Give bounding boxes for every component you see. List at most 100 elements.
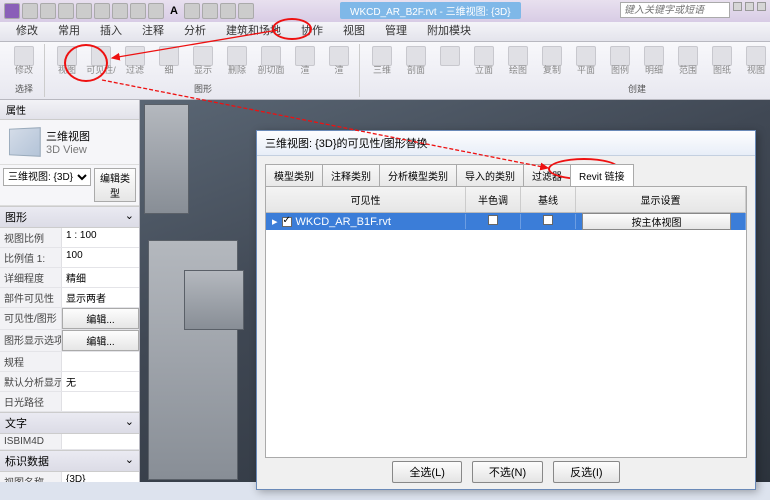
maximize-icon[interactable] [745,2,754,11]
prop-row[interactable]: ISBIM4D [0,434,139,450]
expand-icon[interactable]: ▸ [272,215,278,228]
table-header: 可见性 半色调 基线 显示设置 [266,187,746,213]
qat-icon[interactable] [184,3,200,19]
invert-button[interactable]: 反选(I) [553,461,619,483]
ribbon-button[interactable]: 剖面 [402,46,430,76]
underlay-checkbox[interactable] [543,215,553,225]
prop-row[interactable]: 部件可见性显示两者 [0,288,139,308]
ribbon-button[interactable]: 平面 [572,46,600,76]
ribbon-button[interactable]: 范围 [674,46,702,76]
dialog-tabs: 模型类别 注释类别 分析模型类别 导入的类别 过滤器 Revit 链接 [257,156,755,186]
tab-analyze[interactable]: 分析 [174,19,216,41]
properties-panel: 属性 三维视图 3D View 三维视图: {3D} 编辑类型 图形⌄视图比例1… [0,100,140,482]
ribbon-button[interactable]: 过滤 [121,46,149,76]
select-none-button[interactable]: 不选(N) [472,461,543,483]
dtab-import[interactable]: 导入的类别 [456,164,524,186]
qat-icon[interactable] [148,3,164,19]
prop-row[interactable]: 视图名称{3D} [0,472,139,482]
ribbon-button[interactable]: 显示 [189,46,217,76]
visibility-checkbox[interactable]: ✓ [282,217,292,227]
properties-header: 三维视图 3D View [0,120,139,165]
print-icon[interactable] [94,3,110,19]
search-input[interactable] [620,2,730,18]
ribbon-group-create: 三维剖面立面绘图复制平面图例明细范围图纸视图标题修订拼接视图 创建 [362,44,770,97]
halftone-checkbox[interactable] [488,215,498,225]
prop-row[interactable]: 默认分析显示无 [0,372,139,392]
tab-manage[interactable]: 管理 [375,19,417,41]
ribbon-button[interactable]: 剖切面 [257,46,285,76]
prop-row[interactable]: 日光路径 [0,392,139,412]
save-icon[interactable] [40,3,56,19]
modify-button[interactable]: 修改 [10,46,38,76]
ribbon-button[interactable]: 三维 [368,46,396,76]
tab-modify[interactable]: 修改 [6,19,48,41]
tab-annotate[interactable]: 注释 [132,19,174,41]
table-row[interactable]: ▸ ✓ WKCD_AR_B1F.rvt 按主体视图 [266,213,746,230]
prop-section[interactable]: 标识数据⌄ [0,450,139,472]
ribbon-button[interactable]: 明细 [640,46,668,76]
select-all-button[interactable]: 全选(L) [392,461,461,483]
type-name: 三维视图 [46,128,90,144]
tab-view[interactable]: 视图 [333,19,375,41]
prop-row[interactable]: 视图比例1 : 100 [0,228,139,248]
prop-section[interactable]: 文字⌄ [0,412,139,434]
document-title: WKCD_AR_B2F.rvt - 三维视图: {3D} [340,2,521,19]
ribbon-button[interactable]: 细 [155,46,183,76]
prop-row[interactable]: 详细程度精细 [0,268,139,288]
app-menu-icon[interactable] [4,3,20,19]
prop-row[interactable]: 比例值 1:100 [0,248,139,268]
type-selector[interactable]: 三维视图: {3D} [3,168,91,186]
dtab-links[interactable]: Revit 链接 [570,164,634,186]
ribbon-button[interactable]: 渲 [291,46,319,76]
ribbon-button[interactable]: 删除 [223,46,251,76]
properties-tab[interactable]: 属性 [0,100,139,120]
col-halftone: 半色调 [466,187,521,212]
text-icon[interactable]: A [166,5,182,17]
ribbon-button[interactable]: 渲 [325,46,353,76]
tab-home[interactable]: 常用 [48,19,90,41]
dialog-body: 可见性 半色调 基线 显示设置 ▸ ✓ WKCD_AR_B1F.rvt 按主体视… [265,186,747,458]
open-icon[interactable] [22,3,38,19]
ribbon-button[interactable]: 复制 [538,46,566,76]
tab-insert[interactable]: 插入 [90,19,132,41]
qat-icon[interactable] [220,3,236,19]
ribbon-button[interactable]: 图纸 [708,46,736,76]
dialog-title: 三维视图: {3D}的可见性/图形替换 [257,131,755,156]
dtab-model[interactable]: 模型类别 [265,164,323,186]
close-icon[interactable] [757,2,766,11]
qat-icon[interactable] [202,3,218,19]
redo-icon[interactable] [76,3,92,19]
annotation-circle [272,18,312,40]
prop-row[interactable]: 图形显示选项编辑... [0,330,139,352]
undo-icon[interactable] [58,3,74,19]
prop-row[interactable]: 规程 [0,352,139,372]
col-visibility: 可见性 [266,187,466,212]
dtab-annot[interactable]: 注释类别 [322,164,380,186]
minimize-icon[interactable] [733,2,742,11]
property-grid: 图形⌄视图比例1 : 100比例值 1:100详细程度精细部件可见性显示两者可见… [0,206,139,482]
dtab-analysis[interactable]: 分析模型类别 [379,164,457,186]
ribbon-button[interactable]: 立面 [470,46,498,76]
ribbon-tabs: 修改 常用 插入 注释 分析 建筑和场地 协作 视图 管理 附加模块 [0,22,770,42]
qat-icon[interactable] [112,3,128,19]
edit-type-button[interactable]: 编辑类型 [94,168,136,202]
type-sub: 3D View [46,144,90,156]
ribbon-group-select: 修改 选择 [4,44,45,97]
display-settings-button[interactable]: 按主体视图 [582,213,731,230]
prop-row[interactable]: 可见性/图形编辑... [0,308,139,330]
col-display: 显示设置 [576,187,746,212]
ribbon-button[interactable]: 视图 [742,46,770,76]
annotation-circle [64,44,108,82]
col-underlay: 基线 [521,187,576,212]
link-name: WKCD_AR_B1F.rvt [296,216,391,228]
ribbon-button[interactable]: 图例 [606,46,634,76]
visibility-dialog: 三维视图: {3D}的可见性/图形替换 模型类别 注释类别 分析模型类别 导入的… [256,130,756,490]
qat-icon[interactable] [130,3,146,19]
dialog-footer: 全选(L) 不选(N) 反选(I) [257,461,755,483]
ribbon-button[interactable]: 绘图 [504,46,532,76]
prop-section[interactable]: 图形⌄ [0,206,139,228]
tab-addins[interactable]: 附加模块 [417,19,481,41]
ribbon: 修改 选择 视图可见性/过滤细显示删除剖切面渲渲 图形 三维剖面立面绘图复制平面… [0,42,770,100]
qat-icon[interactable] [238,3,254,19]
ribbon-button[interactable] [436,46,464,76]
